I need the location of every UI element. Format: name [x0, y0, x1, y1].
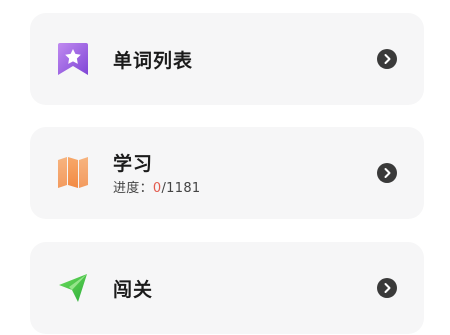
- bookmark-star-icon: [56, 41, 90, 77]
- challenge-card[interactable]: 闯关: [30, 242, 424, 334]
- progress-label: 进度：: [113, 181, 153, 196]
- study-card[interactable]: 学习 进度：0/1181: [30, 127, 424, 219]
- chevron-right-icon[interactable]: [377, 49, 397, 69]
- progress-total: 1181: [166, 181, 201, 196]
- study-title: 学习: [113, 153, 154, 175]
- chevron-right-icon[interactable]: [377, 163, 397, 183]
- study-progress: 进度：0/1181: [113, 177, 200, 196]
- map-icon: [56, 155, 90, 191]
- chevron-right-icon[interactable]: [377, 278, 397, 298]
- word-list-title: 单词列表: [113, 50, 194, 72]
- challenge-title: 闯关: [113, 279, 154, 301]
- paper-plane-icon: [56, 270, 90, 306]
- word-list-card[interactable]: 单词列表: [30, 13, 424, 105]
